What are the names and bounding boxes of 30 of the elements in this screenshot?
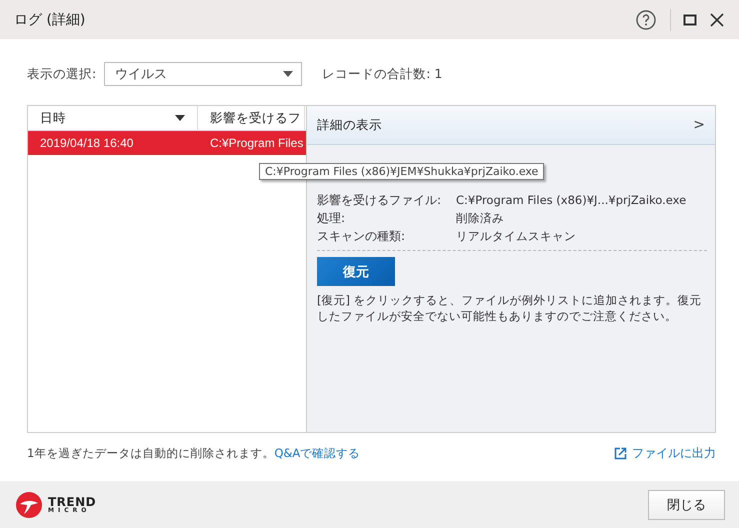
field-value: C:¥Program Files (x86)¥J...¥prjZaiko.exe — [456, 192, 688, 208]
export-link[interactable]: ファイルに出力 — [614, 444, 716, 462]
filter-label: 表示の選択: — [27, 66, 96, 83]
maximize-button[interactable] — [683, 12, 697, 27]
table-cell-text: 2019/04/18 16:40 — [39, 135, 134, 152]
path-tooltip: C:¥Program Files (x86)¥JEM¥Shukka¥prjZaiko.exe — [259, 163, 544, 180]
details-title: 詳細の表示 — [317, 116, 382, 134]
column-header[interactable]: 日時 — [28, 106, 198, 130]
window-title: ログ (詳細) — [14, 10, 86, 29]
table-cell-text: C:¥Program Files — [209, 135, 304, 152]
expand-chevron: > — [693, 117, 705, 134]
field-label: 影響を受けるファイル: — [317, 192, 442, 208]
filter-dropdown[interactable]: ウイルス — [104, 62, 302, 86]
dropdown-caret-icon — [283, 71, 294, 78]
log-row[interactable]: 2019/04/18 16:40 C:¥Program Files — [28, 131, 306, 156]
restore-note: [復元] をクリックすると、ファイルが例外リストに追加されます。復元したファイルが安全でない可能性もありますのでご注意ください。 — [317, 292, 703, 324]
retention-note: 1年を過ぎたデータは自動的に削除されます。Q&Aで確認する — [27, 446, 360, 461]
help-button[interactable] — [636, 10, 656, 30]
record-count: レコードの合計数: 1 — [322, 66, 442, 83]
export-icon — [614, 446, 627, 460]
field-label: スキャンの種類: — [317, 228, 406, 244]
restore-button[interactable]: 復元 — [317, 257, 395, 286]
field-value: リアルタイムスキャン — [456, 228, 577, 244]
close-dialog-button[interactable]: 閉じる — [648, 490, 725, 520]
field-label: 処理: — [317, 210, 346, 226]
close-button[interactable] — [709, 12, 725, 28]
details-header[interactable]: 詳細の表示 > — [307, 106, 715, 146]
field-value: 削除済み — [456, 210, 505, 226]
qa-link[interactable]: Q&Aで確認する — [274, 446, 360, 460]
column-header[interactable]: 影響を受けるフ — [198, 106, 305, 130]
